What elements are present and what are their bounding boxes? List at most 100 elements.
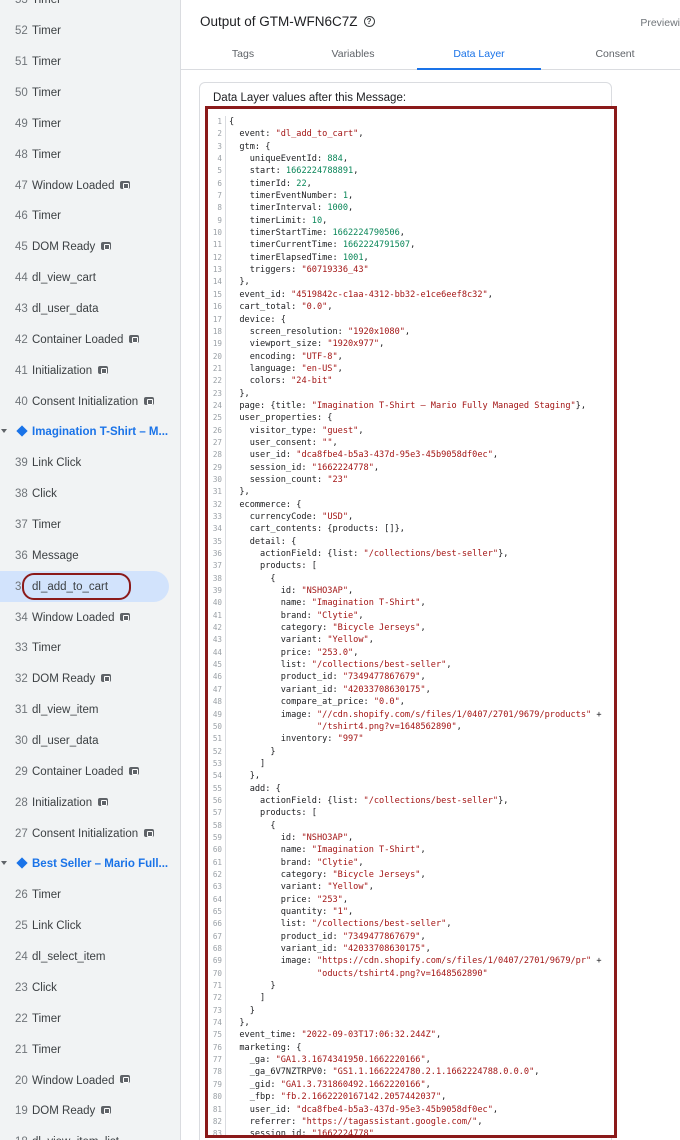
chevron-down-icon[interactable] bbox=[1, 861, 7, 866]
code-line: 7 timerEventNumber: 1, bbox=[208, 190, 614, 203]
sidebar-event-item[interactable]: 50 Timer bbox=[0, 78, 180, 109]
gutter-divider bbox=[225, 128, 226, 141]
code-text: language: "en-US", bbox=[229, 363, 343, 374]
chevron-down-icon[interactable] bbox=[1, 429, 7, 434]
sidebar-event-item[interactable]: 23 Click bbox=[0, 973, 180, 1004]
event-label-text: Window Loaded bbox=[32, 1074, 115, 1087]
sidebar-event-item[interactable]: 26 Timer bbox=[0, 880, 180, 911]
event-number: 36 bbox=[15, 549, 28, 562]
sidebar-event-item[interactable]: 51 Timer bbox=[0, 47, 180, 78]
sidebar-event-item[interactable]: 52 Timer bbox=[0, 16, 180, 47]
code-text: user_id: "dca8fbe4-b5a3-437d-95e3-45b905… bbox=[229, 450, 499, 461]
code-text: products: [ bbox=[229, 561, 317, 572]
sidebar-event-item[interactable]: 31 dl_view_item bbox=[0, 695, 180, 726]
sidebar-event-item[interactable]: 46 Timer bbox=[0, 201, 180, 232]
sidebar-event-item[interactable]: 22 Timer bbox=[0, 1003, 180, 1034]
sidebar-event-item[interactable]: 41 Initialization bbox=[0, 355, 180, 386]
sidebar-event-item[interactable]: 25 Link Click bbox=[0, 911, 180, 942]
line-number: 60 bbox=[212, 845, 222, 855]
gutter-divider bbox=[225, 708, 226, 721]
sidebar-event-item[interactable]: 33 Timer bbox=[0, 633, 180, 664]
event-number: 18 bbox=[15, 1136, 28, 1140]
line-number: 21 bbox=[212, 363, 222, 373]
sidebar-event-item[interactable]: 32 DOM Ready bbox=[0, 664, 180, 695]
sidebar-event-item[interactable]: 30 dl_user_data bbox=[0, 726, 180, 757]
tab-tags[interactable]: Tags bbox=[181, 38, 305, 70]
sidebar-event-item[interactable]: 20 Window Loaded bbox=[0, 1065, 180, 1096]
event-number: 3 bbox=[15, 580, 22, 593]
sidebar-event-item[interactable]: 18 dl_view_item_list bbox=[0, 1127, 180, 1140]
code-line: 20 encoding: "UTF-8", bbox=[208, 350, 614, 363]
line-number: 29 bbox=[212, 462, 222, 472]
code-line: 36 actionField: {list: "/collections/bes… bbox=[208, 548, 614, 561]
event-label: Link Click bbox=[32, 457, 81, 469]
event-number: 44 bbox=[15, 272, 28, 285]
sidebar-event-item[interactable]: 40 Consent Initialization bbox=[0, 386, 180, 417]
code-text: timerInterval: 1000, bbox=[229, 203, 354, 214]
line-number: 22 bbox=[212, 376, 222, 386]
page-title: Output of GTM-WFN6C7Z ? bbox=[200, 14, 375, 29]
sidebar-event-item[interactable]: 44 dl_view_cart bbox=[0, 263, 180, 294]
gutter-divider bbox=[225, 214, 226, 228]
gutter-divider bbox=[225, 930, 226, 944]
line-number: 27 bbox=[212, 437, 222, 447]
code-text: list: "/collections/best-seller", bbox=[229, 919, 452, 930]
line-number: 82 bbox=[212, 1116, 222, 1126]
event-number: 48 bbox=[15, 148, 28, 161]
sidebar-event-item[interactable]: 45 DOM Ready bbox=[0, 232, 180, 263]
code-text: triggers: "60719336_43" bbox=[229, 265, 369, 276]
sidebar-event-item[interactable]: 47 Window Loaded bbox=[0, 170, 180, 201]
tab-consent[interactable]: Consent bbox=[553, 38, 677, 70]
line-number: 79 bbox=[212, 1079, 222, 1089]
event-label: Timer bbox=[32, 642, 61, 654]
built-in-event-icon bbox=[129, 766, 140, 775]
sidebar-event-item[interactable]: 34 Window Loaded bbox=[0, 602, 180, 633]
gutter-divider bbox=[225, 893, 226, 906]
data-layer-code-viewer[interactable]: 1{2 event: "dl_add_to_cart", 3 gtm: {4 un… bbox=[205, 106, 617, 1138]
code-text: quantity: "1", bbox=[229, 907, 354, 917]
code-text: list: "/collections/best-seller", bbox=[229, 660, 452, 671]
code-text: _fbp: "fb.2.1662220167142.2057442037", bbox=[229, 1092, 447, 1103]
sidebar-event-item[interactable]: 36 Message bbox=[0, 540, 180, 571]
sidebar-event-item[interactable]: 48 Timer bbox=[0, 139, 180, 170]
sidebar-event-item[interactable]: 21 Timer bbox=[0, 1034, 180, 1065]
sidebar-event-item[interactable]: 28 Initialization bbox=[0, 787, 180, 818]
code-line: 72 ] bbox=[208, 992, 614, 1005]
tab-data-layer[interactable]: Data Layer bbox=[417, 38, 541, 70]
sidebar-event-item[interactable]: 3 dl_add_to_cart bbox=[0, 571, 169, 603]
sidebar-event-item[interactable]: 49 Timer bbox=[0, 108, 180, 139]
sidebar-event-item[interactable]: 53 Timer bbox=[0, 0, 180, 16]
sidebar-event-item[interactable]: 27 Consent Initialization bbox=[0, 818, 180, 849]
sidebar-event-item[interactable]: 39 Link Click bbox=[0, 448, 180, 479]
sidebar-event-item[interactable]: 24 dl_select_item bbox=[0, 942, 180, 973]
event-label-text: Timer bbox=[32, 519, 61, 532]
code-text: variant: "Yellow", bbox=[229, 635, 374, 646]
sidebar-event-item[interactable]: 42 Container Loaded bbox=[0, 324, 180, 355]
help-icon[interactable]: ? bbox=[363, 16, 375, 27]
sidebar-event-item[interactable]: 43 dl_user_data bbox=[0, 294, 180, 325]
code-text: id: "NSHO3AP", bbox=[229, 832, 354, 843]
event-label: dl_select_item bbox=[32, 951, 106, 963]
sidebar-event-item[interactable]: 19 DOM Ready bbox=[0, 1096, 180, 1127]
sidebar-page-group[interactable]: Imagination T-Shirt – M... bbox=[0, 417, 180, 448]
line-number: 7 bbox=[217, 191, 222, 201]
code-line: 68 variant_id: "42033708630175", bbox=[208, 943, 614, 956]
sidebar-page-group[interactable]: Best Seller – Mario Full... bbox=[0, 849, 180, 880]
event-number: 51 bbox=[15, 56, 28, 69]
sidebar-event-item[interactable]: 37 Timer bbox=[0, 510, 180, 541]
code-text: price: "253", bbox=[229, 894, 349, 905]
tab-variables[interactable]: Variables bbox=[291, 38, 415, 70]
code-line: 31 }, bbox=[208, 486, 614, 499]
code-text: session_id: "1662224778" bbox=[229, 1129, 374, 1138]
event-number: 32 bbox=[15, 673, 28, 686]
code-text: referrer: "https://tagassistant.google.c… bbox=[229, 1116, 483, 1127]
gutter-divider bbox=[225, 313, 226, 326]
code-line: 80 _fbp: "fb.2.1662220167142.2057442037"… bbox=[208, 1091, 614, 1104]
sidebar-event-item[interactable]: 38 Click bbox=[0, 479, 180, 510]
code-text: session_id: "1662224778", bbox=[229, 462, 380, 473]
code-text: inventory: "997" bbox=[229, 734, 364, 745]
event-label-text: Message bbox=[32, 549, 79, 562]
gutter-divider bbox=[225, 375, 226, 388]
sidebar-event-item[interactable]: 29 Container Loaded bbox=[0, 756, 180, 787]
code-text: cart_contents: {products: []}, bbox=[229, 524, 405, 535]
